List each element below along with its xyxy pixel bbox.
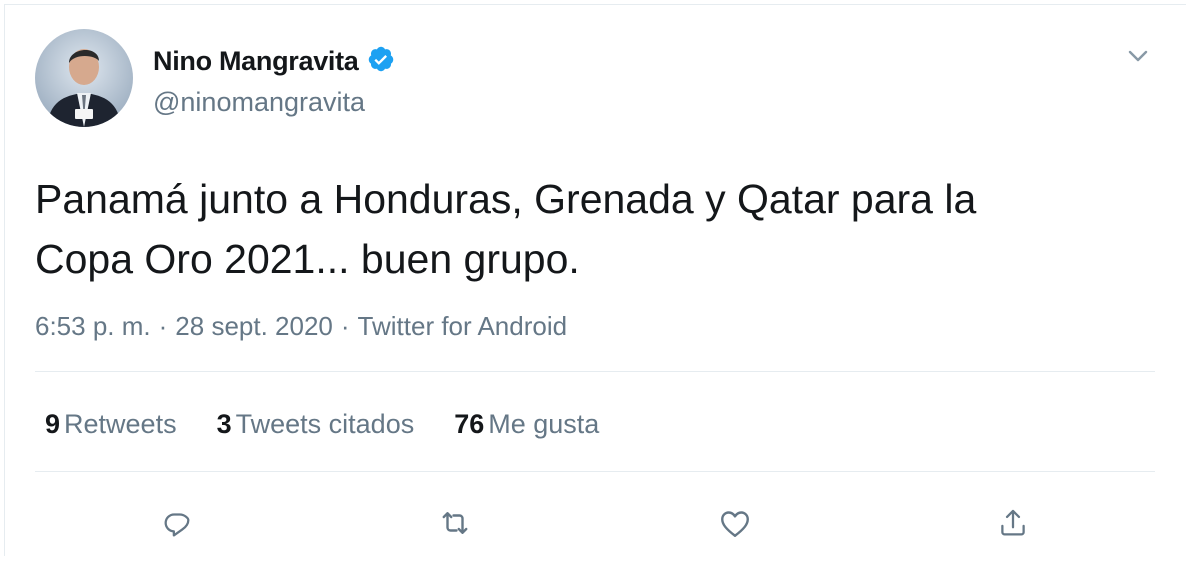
likes-label: Me gusta xyxy=(488,409,600,439)
quotes-count: 3 xyxy=(216,409,232,439)
retweets-count: 9 xyxy=(45,409,61,439)
tweet-text-line: Copa Oro 2021... buen grupo. xyxy=(35,236,580,282)
tweet-time[interactable]: 6:53 p. m. xyxy=(35,311,151,342)
retweets-label: Retweets xyxy=(64,409,177,439)
meta-separator: · xyxy=(158,311,168,341)
reply-icon[interactable] xyxy=(155,501,199,545)
tweet-metadata: 6:53 p. m. · 28 sept. 2020 · Twitter for… xyxy=(35,311,567,342)
chevron-down-icon[interactable] xyxy=(1123,41,1153,71)
tweet-date[interactable]: 28 sept. 2020 xyxy=(175,311,333,342)
author-row: Nino Mangravita xyxy=(153,45,395,78)
likes-stat[interactable]: 76 Me gusta xyxy=(454,409,599,440)
heart-icon[interactable] xyxy=(713,501,757,545)
avatar[interactable] xyxy=(35,29,133,127)
quotes-label: Tweets citados xyxy=(235,409,415,439)
tweet-text: Panamá junto a Honduras, Grenada y Qatar… xyxy=(35,169,1155,289)
likes-count: 76 xyxy=(454,409,485,439)
share-icon[interactable] xyxy=(991,501,1035,545)
divider xyxy=(35,471,1155,472)
tweet-card: Nino Mangravita @ninomangravita Panamá j… xyxy=(4,4,1186,556)
author-name[interactable]: Nino Mangravita xyxy=(153,46,359,77)
verified-badge-icon xyxy=(367,45,395,78)
quote-tweets-stat[interactable]: 3 Tweets citados xyxy=(217,409,415,440)
retweet-icon[interactable] xyxy=(433,501,477,545)
meta-separator: · xyxy=(340,311,350,341)
tweet-text-line: Panamá junto a Honduras, Grenada y Qatar… xyxy=(35,176,977,222)
action-bar xyxy=(5,501,1187,551)
engagement-stats: 9 Retweets 3 Tweets citados 76 Me gusta xyxy=(45,409,599,440)
author-handle[interactable]: @ninomangravita xyxy=(153,87,365,118)
tweet-source[interactable]: Twitter for Android xyxy=(358,311,568,342)
retweets-stat[interactable]: 9 Retweets xyxy=(45,409,177,440)
divider xyxy=(35,371,1155,372)
